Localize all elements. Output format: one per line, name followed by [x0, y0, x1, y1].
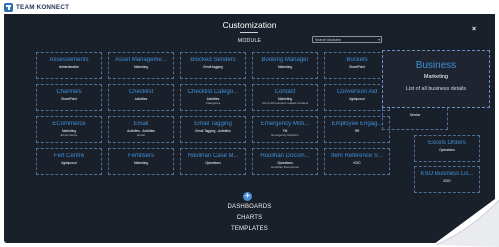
module-tile[interactable]: Checklist Activities: [108, 84, 174, 111]
templates-link[interactable]: TEMPLATES: [4, 226, 495, 232]
module-tile[interactable]: Conversion Aid Agrisproud: [324, 84, 390, 111]
business-module-popover[interactable]: Business Marketing List of all business …: [382, 50, 490, 108]
module-tile[interactable]: ECommerce Marketing ECommerce: [36, 116, 102, 143]
module-tile-name: Booking Manager: [261, 57, 309, 63]
module-tile-name: Fert Centre: [53, 153, 85, 159]
module-tile-description: List of all business related contacts: [261, 101, 309, 106]
search-modules-select[interactable]: Search Modules ▾: [312, 36, 382, 43]
module-tile-name: Emergency Moti...: [260, 121, 310, 127]
module-tile-name: Email Tagging: [194, 121, 232, 127]
module-tile-name: KSO Business Lis...: [420, 171, 474, 177]
module-tile-category: Activities - Activities: [127, 128, 155, 133]
module-tile[interactable]: Employee Engag... HR: [324, 116, 390, 143]
page-curl-decoration: [430, 196, 499, 247]
module-tile-category: KDO: [353, 160, 361, 165]
module-tile-category: Email Tagging - Activities: [195, 128, 231, 133]
customization-panel: Customization MODULE Search Modules ▾ × …: [4, 14, 495, 243]
dashboards-link[interactable]: DASHBOARDS: [4, 204, 495, 210]
module-tile-category: SharePoint: [349, 64, 365, 69]
module-tile[interactable]: Asset Manageme... Marketing: [108, 52, 174, 79]
popover-description: List of all business details: [405, 86, 467, 92]
module-tile-name: Asset Manageme...: [115, 57, 167, 63]
page-title: Customization: [222, 20, 277, 30]
module-tile[interactable]: Booking Manager Marketing: [252, 52, 318, 79]
charts-link[interactable]: CHARTS: [4, 215, 495, 221]
module-tile-name: Fertilisers: [127, 153, 154, 159]
search-modules-placeholder: Search Modules: [315, 38, 341, 42]
module-tile-name: Service: [409, 113, 421, 117]
module-tile-name: ECommerce: [52, 121, 86, 127]
module-tile-description: Email: [137, 133, 145, 138]
module-tile-name: Conversion Aid: [336, 89, 378, 95]
module-tile-category: Activities: [134, 96, 148, 101]
module-tile-category: Agrisproud: [61, 160, 77, 165]
module-tile-category: Activities: [206, 96, 220, 101]
module-tile[interactable]: Fertilisers Marketing: [108, 148, 174, 175]
popover-title: Business: [415, 60, 457, 71]
add-icon[interactable]: +: [243, 192, 252, 201]
module-tile-name: Houlihan Case M...: [187, 153, 239, 159]
module-tile-category: Marketing: [134, 160, 148, 165]
module-tile-name: Buckets: [346, 57, 368, 63]
module-tile-category: Email tagging: [203, 64, 223, 69]
module-tile[interactable]: Checklist Catego... Activities Categories: [180, 84, 246, 111]
module-tile-name: Checklist Catego...: [187, 89, 239, 95]
logo[interactable]: TEAM KONNECT: [4, 2, 69, 12]
popover-subtitle: Marketing: [423, 74, 449, 80]
module-tile-category: Marketing: [278, 64, 292, 69]
module-tile-category: Agrisproud: [349, 96, 365, 101]
module-tile-excels-orders[interactable]: Excels Orders Operations: [414, 135, 480, 162]
module-tile[interactable]: Houlihan Docum... Operations Houlihan Docu…: [252, 148, 318, 175]
module-tile-category: Operations: [277, 160, 293, 165]
module-tile[interactable]: Houlihan Case M... Operations: [180, 148, 246, 175]
module-tile-category: Marketing: [62, 128, 76, 133]
module-tile-name: Excels Orders: [428, 140, 466, 146]
module-tile-category: SharePoint: [61, 96, 77, 101]
module-tile-description: Emergency Motilons: [271, 133, 299, 138]
module-tile-description: ECommerce: [60, 133, 78, 138]
module-tile-name: Channels: [56, 89, 82, 95]
module-tile[interactable]: Email Activities - Activities Email: [108, 116, 174, 143]
module-tile[interactable]: Channels SharePoint: [36, 84, 102, 111]
logo-icon: [4, 2, 13, 12]
module-tile-category: TM: [282, 128, 288, 133]
module-tile-description: Categories: [205, 101, 221, 106]
close-icon[interactable]: ×: [472, 26, 476, 33]
top-bar: TEAM KONNECT: [0, 0, 499, 14]
module-tile-name: Checklist: [128, 89, 154, 95]
chevron-down-icon: ▾: [378, 38, 380, 42]
module-heading: MODULE: [237, 38, 262, 44]
module-tile-category: Operations: [205, 160, 221, 165]
module-tile-category: HR: [354, 128, 360, 133]
module-tile[interactable]: Contact Marketing List of all business rel…: [252, 84, 318, 111]
logo-text: TEAM KONNECT: [16, 3, 70, 11]
module-tile[interactable]: Email Tagging Email Tagging - Activities: [180, 116, 246, 143]
module-tile-sub: KDO: [443, 178, 451, 183]
module-tile-name: Assessements: [49, 57, 89, 63]
module-tile-name: Email: [133, 121, 149, 127]
module-tile-kso-business[interactable]: KSO Business Lis... KDO: [414, 166, 480, 193]
module-tile-name: Item Reference S...: [331, 153, 383, 159]
module-tile-name: Blocked Senders: [190, 57, 236, 63]
module-tile-description: Houlihan Documents: [271, 165, 299, 170]
module-tile-name: Houlihan Docum...: [260, 153, 310, 159]
module-tile[interactable]: Assessements Administrative: [36, 52, 102, 79]
module-tile-category: Marketing: [278, 96, 292, 101]
module-tile-name: Employee Engag...: [331, 121, 383, 127]
module-tile[interactable]: Buckets SharePoint: [324, 52, 390, 79]
module-tile-category: Marketing: [134, 64, 148, 69]
module-tile[interactable]: Emergency Moti... TM Emergency Motilons: [252, 116, 318, 143]
module-tile[interactable]: Item Reference S... KDO: [324, 148, 390, 175]
module-tile[interactable]: Blocked Senders Email tagging: [180, 52, 246, 79]
title-underline: [240, 32, 258, 33]
module-tile-category: Administrative: [58, 64, 80, 69]
module-tile-sub: Operations: [439, 147, 455, 152]
module-tile[interactable]: Fert Centre Agrisproud: [36, 148, 102, 175]
module-tile-name: Contact: [274, 89, 296, 95]
